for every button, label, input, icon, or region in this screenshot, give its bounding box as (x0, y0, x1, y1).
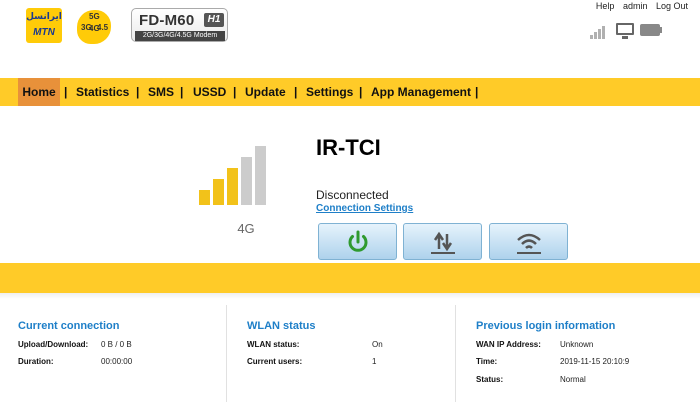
panel-title: Current connection (18, 320, 120, 332)
panel-title: WLAN status (247, 320, 316, 332)
wlan-status-value: On (372, 340, 383, 349)
login-status-value: Normal (560, 375, 586, 384)
current-users-label: Current users: (247, 357, 303, 366)
signal-bar (241, 157, 252, 205)
model-name: FD-M60 (139, 12, 195, 29)
connect-button[interactable] (318, 223, 397, 260)
network-generations-badge: 5G 3G 4G 4.5 (77, 10, 111, 44)
signal-strength-bar (602, 26, 605, 39)
monitor-icon (616, 23, 634, 39)
panel-title: Previous login information (476, 320, 616, 332)
operator-logo: ایرانسل MTN (26, 8, 62, 43)
signal-strength-indicator (199, 145, 289, 205)
nav-ussd[interactable]: USSD (193, 78, 226, 106)
signal-bar (213, 179, 224, 205)
nav-settings[interactable]: Settings (306, 78, 353, 106)
nav-separator: | (359, 85, 363, 99)
nav-sms[interactable]: SMS (148, 78, 174, 106)
current-users-value: 1 (372, 357, 377, 366)
signal-strength-bar (598, 29, 601, 39)
wan-ip-label: WAN IP Address: (476, 340, 541, 349)
signal-bar (227, 168, 238, 205)
signal-strength-bar (590, 35, 593, 39)
top-links: Help admin Log Out (590, 1, 688, 11)
network-name: IR-TCI (316, 135, 381, 160)
upload-download-label: Upload/Download: (18, 340, 89, 349)
data-transfer-button[interactable] (403, 223, 482, 260)
model-suffix: H1 (204, 13, 224, 27)
badge-45: 4.5 (97, 23, 109, 32)
battery-icon (640, 24, 662, 36)
operator-name-en: MTN (33, 27, 55, 38)
nav-separator: | (136, 85, 140, 99)
connection-status: Disconnected (316, 188, 389, 202)
nav-separator: | (475, 85, 479, 99)
nav-home[interactable]: Home (18, 78, 60, 106)
duration-label: Duration: (18, 357, 54, 366)
header: ایرانسل MTN 5G 3G 4G 4.5 FD-M60 H1 2G/3G… (0, 0, 700, 52)
wifi-button[interactable] (489, 223, 568, 260)
power-icon (348, 230, 368, 252)
section-divider-band (0, 263, 700, 293)
nav-separator: | (180, 85, 184, 99)
wlan-status-label: WLAN status: (247, 340, 300, 349)
signal-bar (199, 190, 210, 205)
column-divider (455, 305, 456, 402)
nav-app-management[interactable]: App Management (371, 78, 471, 106)
signal-strength-bar (594, 32, 597, 39)
main-nav: Home | Statistics | SMS | USSD | Update … (0, 78, 700, 106)
nav-separator: | (233, 85, 237, 99)
nav-separator: | (64, 85, 68, 99)
duration-value: 00:00:00 (101, 357, 133, 366)
login-status-label: Status: (476, 375, 504, 384)
login-time-label: Time: (476, 357, 498, 366)
model-logo: FD-M60 H1 2G/3G/4G/4.5G Modem (131, 8, 228, 42)
nav-update[interactable]: Update (245, 78, 286, 106)
connection-settings-link[interactable]: Connection Settings (316, 203, 413, 214)
status-icons (590, 23, 690, 39)
nav-separator: | (294, 85, 298, 99)
badge-5g: 5G (89, 12, 100, 21)
network-type-label: 4G (237, 221, 255, 236)
login-time-value: 2019-11-15 20:10:9 (560, 357, 630, 366)
wifi-icon (517, 233, 541, 254)
nav-statistics[interactable]: Statistics (76, 78, 129, 106)
signal-bar (255, 146, 266, 205)
model-subtitle: 2G/3G/4G/4.5G Modem (135, 31, 225, 41)
logout-link[interactable]: Log Out (656, 1, 688, 11)
column-divider (226, 305, 227, 402)
band-shadow (0, 293, 700, 299)
admin-link[interactable]: admin (623, 1, 648, 11)
operator-name-fa: ایرانسل (26, 11, 62, 21)
wan-ip-value: Unknown (560, 340, 594, 349)
data-transfer-icon (431, 231, 455, 254)
help-link[interactable]: Help (596, 1, 615, 11)
upload-download-value: 0 B / 0 B (101, 340, 132, 349)
